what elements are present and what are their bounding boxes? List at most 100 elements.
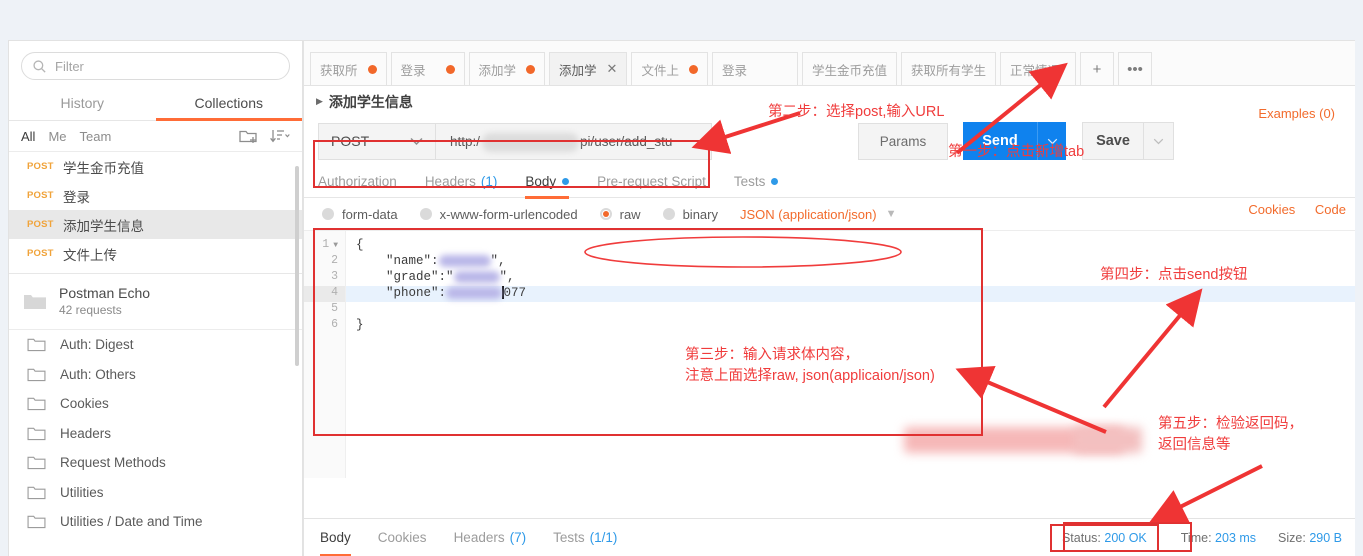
request-tab-label: 获取所有学生 [910,63,986,78]
request-tab[interactable]: 登录 [390,52,465,85]
redacted-response-text [1074,427,1142,453]
unsaved-dot-icon [526,64,536,74]
collection-item-postman-echo[interactable]: Postman Echo 42 requests [9,274,302,330]
request-name: 添加学生信息 [63,218,144,234]
filter-placeholder-text: Filter [55,58,84,74]
params-button[interactable]: Params [858,122,948,160]
annotation-box-status [1063,522,1192,552]
scope-all[interactable]: All [21,129,35,144]
examples-link[interactable]: Examples (0) [1258,106,1335,121]
folder-icon [27,457,46,470]
save-button[interactable]: Save [1082,122,1144,160]
unsaved-dot-icon [688,64,698,74]
radio-raw-label: raw [619,206,641,222]
list-item[interactable]: Utilities / Date and Time [9,507,302,537]
folder-name: Request Methods [60,455,166,471]
request-tab-label: 正常情况 [1010,63,1061,78]
list-item[interactable]: Request Methods [9,448,302,478]
chevron-down-icon: ▼ [885,208,897,220]
scope-me[interactable]: Me [48,129,66,144]
content-type-select[interactable]: JSON (application/json) ▼ [740,207,896,222]
request-tab-strip: 获取所 登录 添加学 添加学 ✕ 文件上 登录 学生金币充值 获取所有学生 正常… [304,41,1355,86]
save-options-button[interactable] [1144,122,1174,160]
request-tab[interactable]: 文件上 [631,52,708,85]
body-type-row: form-data x-www-form-urlencoded raw bina… [304,198,1355,231]
sidebar-tab-history[interactable]: History [9,89,156,120]
folder-icon [27,339,46,352]
list-item[interactable]: Headers [9,419,302,449]
radio-raw[interactable]: raw [599,206,641,222]
search-input[interactable]: Filter [21,52,290,80]
folder-name: Headers [60,425,112,441]
tab-tests[interactable]: Tests [734,165,779,198]
request-tab[interactable]: 添加学 [468,52,546,85]
sidebar-tab-collections[interactable]: Collections [155,89,303,121]
folder-icon [27,516,46,529]
new-folder-icon[interactable] [239,128,259,144]
response-footer: Body Cookies Headers (7) Tests (1/1) Sta… [304,518,1356,556]
request-method: POST [27,190,54,201]
list-item[interactable]: Auth: Others [9,360,302,390]
folder-list: Auth: Digest Auth: Others Cookies Header… [9,330,302,537]
search-icon [33,59,46,73]
filter-container: Filter [9,41,302,89]
request-tab[interactable]: 正常情况 [1000,52,1076,85]
tab-overflow-button[interactable]: ••• [1118,52,1152,85]
list-item[interactable]: POST 添加学生信息 [9,210,302,239]
folder-icon [27,368,46,381]
scope-actions [239,128,290,144]
radio-icon [419,208,432,220]
radio-form-data[interactable]: form-data [322,207,398,222]
window-scrollbar[interactable] [1355,0,1363,556]
annotation-step1: 第一步：点击新增tab [948,144,1085,160]
response-tab-tests-count: (1/1) [589,530,618,545]
list-item[interactable]: Cookies [9,389,302,419]
response-tab-headers[interactable]: Headers (7) [454,519,527,556]
list-item[interactable]: POST 学生金币充值 [9,152,302,181]
radio-urlencoded-label: x-www-form-urlencoded [439,206,578,222]
chevron-down-icon [1153,138,1164,144]
size-metric: Size: 290 B [1278,531,1342,545]
chevron-right-icon[interactable]: ▶ [316,96,323,107]
request-tab-active[interactable]: 添加学 ✕ [549,52,628,85]
response-tab-headers-count: (7) [509,530,527,545]
radio-binary-label: binary [682,206,718,222]
size-label: Size: [1278,530,1306,545]
request-tab-label: 登录 [400,63,426,78]
request-tab-label: 登录 [721,63,747,78]
radio-form-data-label: form-data [342,206,398,222]
annotation-step3-line2: 注意上面选择raw, json(applicaion/json) [685,368,935,384]
sidebar: Filter History Collections All Me Team P… [8,40,303,556]
request-tab[interactable]: 登录 [711,52,798,85]
scope-team[interactable]: Team [80,129,112,144]
tests-indicator-dot-icon [771,177,779,185]
response-tab-body[interactable]: Body [320,519,351,556]
sidebar-scrollbar[interactable] [295,166,299,366]
response-tab-tests[interactable]: Tests (1/1) [553,519,617,556]
annotation-step5-line2: 返回信息等 [1158,437,1231,453]
list-item[interactable]: POST 文件上传 [9,239,302,268]
unsaved-dot-icon [445,64,455,74]
radio-urlencoded[interactable]: x-www-form-urlencoded [419,206,578,222]
request-tab-label: 学生金币充值 [811,63,887,78]
request-name: 文件上传 [63,247,117,263]
collection-texts: Postman Echo 42 requests [59,284,150,319]
request-tab[interactable]: 获取所有学生 [900,52,996,85]
folder-name: Cookies [60,396,109,412]
list-item[interactable]: Utilities [9,478,302,508]
code-link[interactable]: Code [1315,202,1346,217]
response-tab-cookies[interactable]: Cookies [378,519,427,556]
page-title: 添加学生信息 [328,93,413,110]
folder-icon [27,427,46,440]
sort-icon[interactable] [270,128,290,144]
request-tab[interactable]: 学生金币充值 [801,52,897,85]
list-item[interactable]: Auth: Digest [9,330,302,360]
close-icon[interactable]: ✕ [607,61,618,77]
folder-icon [27,486,46,499]
request-tab[interactable]: 获取所 [310,52,387,85]
new-tab-button[interactable]: + [1080,52,1114,85]
folder-icon [27,398,46,411]
list-item[interactable]: POST 登录 [9,181,302,210]
cookies-link[interactable]: Cookies [1248,202,1295,217]
radio-binary[interactable]: binary [662,206,718,222]
